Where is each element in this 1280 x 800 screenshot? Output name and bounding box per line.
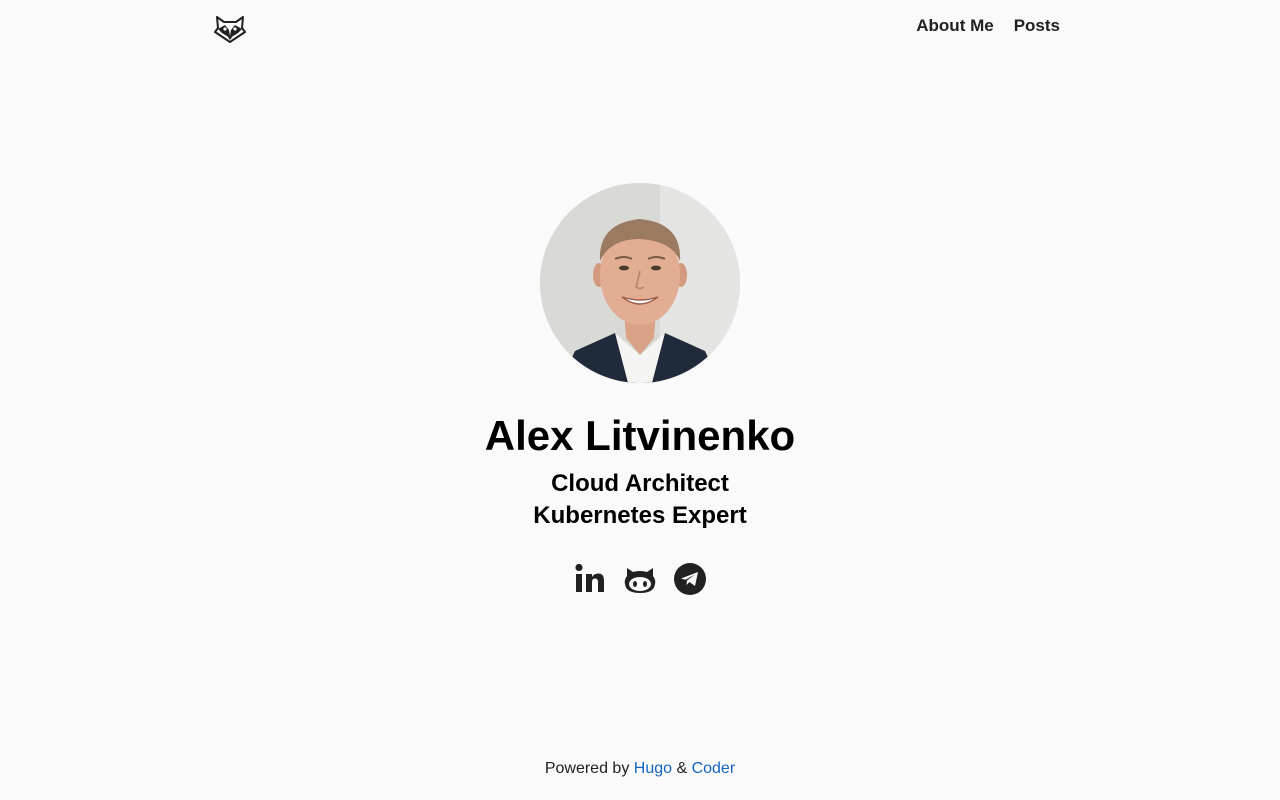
profile-name: Alex Litvinenko [484, 412, 796, 459]
telegram-icon [674, 563, 706, 595]
footer-hugo-link[interactable]: Hugo [634, 760, 672, 777]
github-link[interactable] [623, 562, 657, 596]
profile-tagline-role: Cloud Architect [551, 470, 729, 497]
page: About Me Posts Alex Litvinenko Cloud Arc… [0, 0, 1280, 800]
footer: Powered by Hugo & Coder [0, 759, 1280, 779]
raccoon-logo-icon [214, 16, 246, 43]
github-icon [624, 568, 656, 593]
social-links [0, 562, 1280, 596]
linkedin-icon [575, 563, 604, 592]
profile-photo [540, 183, 740, 383]
nav-link-about-me[interactable]: About Me [916, 16, 993, 36]
telegram-link[interactable] [673, 562, 707, 596]
home-logo-link[interactable] [214, 14, 246, 44]
nav-link-posts[interactable]: Posts [1014, 16, 1060, 36]
linkedin-link[interactable] [573, 562, 607, 596]
avatar [540, 183, 740, 383]
footer-powered-by: Powered by [544, 760, 634, 777]
nav-links: About Me Posts [916, 16, 1060, 36]
footer-coder-link[interactable]: Coder [692, 760, 736, 777]
footer-ampersand: & [672, 760, 692, 777]
navbar: About Me Posts [0, 0, 1280, 56]
profile-tagline-expertise: Kubernetes Expert [533, 502, 747, 529]
